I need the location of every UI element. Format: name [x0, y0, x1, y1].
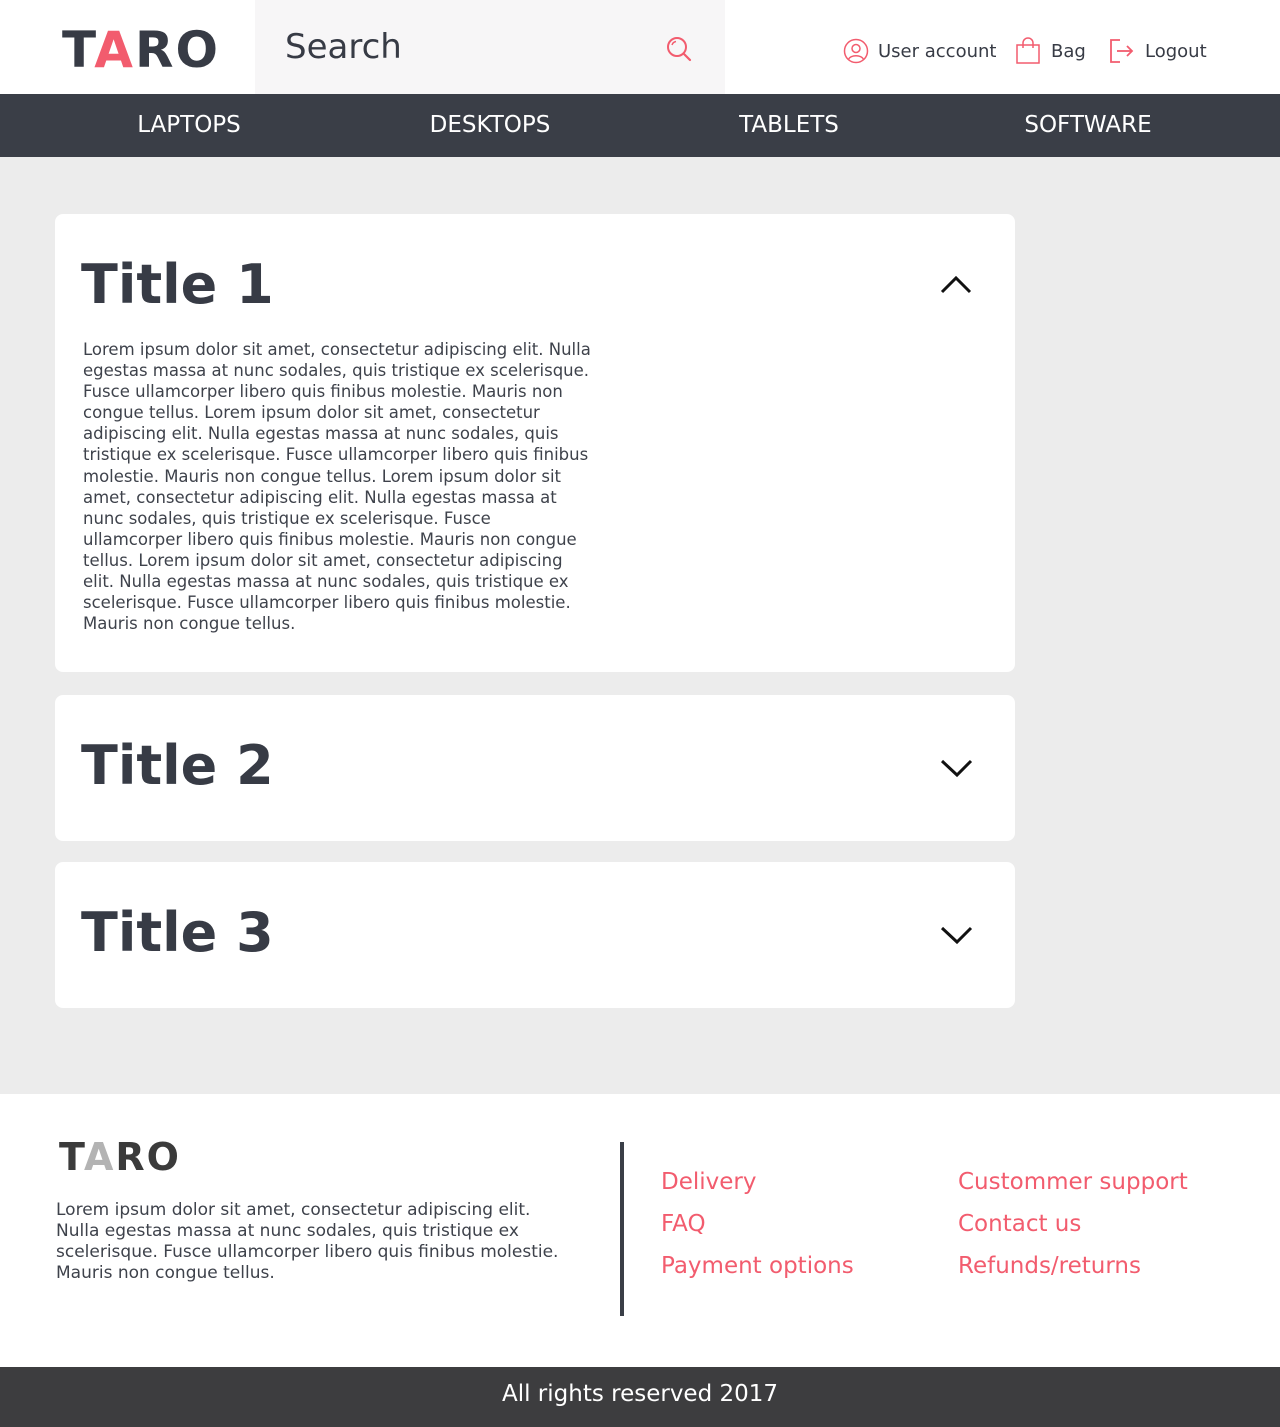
- user-account-label: User account: [878, 40, 997, 62]
- category-tablets[interactable]: TABLETS: [659, 94, 919, 157]
- logout-link[interactable]: Logout: [1108, 36, 1207, 66]
- copyright-bar: All rights reserved 2017: [0, 1367, 1280, 1427]
- footer-logo-end: RO: [115, 1135, 181, 1179]
- accordion-title-3[interactable]: Title 3: [81, 901, 274, 965]
- chevron-down-icon: [940, 759, 973, 778]
- logout-label: Logout: [1145, 40, 1207, 62]
- site-footer: TARO Lorem ipsum dolor sit amet, consect…: [0, 1094, 1280, 1367]
- footer-logo-start: T: [59, 1135, 84, 1179]
- bag-label: Bag: [1051, 40, 1086, 62]
- user-account-link[interactable]: User account: [843, 36, 996, 66]
- logout-icon: [1110, 39, 1134, 63]
- accordion-panel-2: Title 2: [55, 695, 1015, 841]
- search-button[interactable]: [665, 35, 695, 65]
- footer-link-delivery[interactable]: Delivery: [661, 1167, 756, 1197]
- footer-link-faq[interactable]: FAQ: [661, 1209, 706, 1239]
- footer-link-payment-options[interactable]: Payment options: [661, 1251, 854, 1281]
- search-icon: [667, 37, 692, 62]
- category-desktops[interactable]: DESKTOPS: [360, 94, 620, 157]
- search-input[interactable]: [285, 24, 645, 70]
- chevron-down-icon: [940, 926, 973, 945]
- accordion-toggle-1[interactable]: [937, 270, 977, 300]
- accordion-title-1[interactable]: Title 1: [81, 253, 274, 317]
- bag-link[interactable]: Bag: [1014, 36, 1086, 66]
- shopping-bag-icon: [1016, 37, 1040, 64]
- footer-link-refunds-returns[interactable]: Refunds/returns: [958, 1251, 1141, 1281]
- accordion-title-2[interactable]: Title 2: [81, 734, 274, 798]
- footer-description: Lorem ipsum dolor sit amet, consectetur …: [56, 1200, 559, 1283]
- footer-logo-accent: A: [83, 1135, 116, 1179]
- logo-text-start: T: [62, 21, 95, 79]
- category-nav: LAPTOPS DESKTOPS TABLETS SOFTWARE: [0, 94, 1280, 157]
- footer-link-contact-us[interactable]: Contact us: [958, 1209, 1081, 1239]
- site-logo[interactable]: TARO: [62, 22, 220, 78]
- footer-link-customer-support[interactable]: Custommer support: [958, 1167, 1188, 1197]
- category-laptops[interactable]: LAPTOPS: [59, 94, 319, 157]
- site-header: TARO User account Bag: [0, 0, 1280, 94]
- logo-text-end: RO: [134, 21, 220, 79]
- accordion-toggle-2[interactable]: [937, 753, 977, 783]
- user-icon: [843, 38, 869, 64]
- footer-divider: [620, 1142, 624, 1316]
- category-software[interactable]: SOFTWARE: [958, 94, 1218, 157]
- chevron-up-icon: [940, 275, 972, 294]
- accordion-toggle-3[interactable]: [937, 920, 977, 950]
- accordion-panel-1: Title 1 Lorem ipsum dolor sit amet, cons…: [55, 214, 1015, 672]
- search-box: [255, 0, 725, 94]
- footer-logo[interactable]: TARO: [59, 1136, 181, 1178]
- logo-text-accent: A: [94, 21, 135, 79]
- accordion-body-1: Lorem ipsum dolor sit amet, consectetur …: [83, 340, 591, 634]
- accordion-panel-3: Title 3: [55, 862, 1015, 1008]
